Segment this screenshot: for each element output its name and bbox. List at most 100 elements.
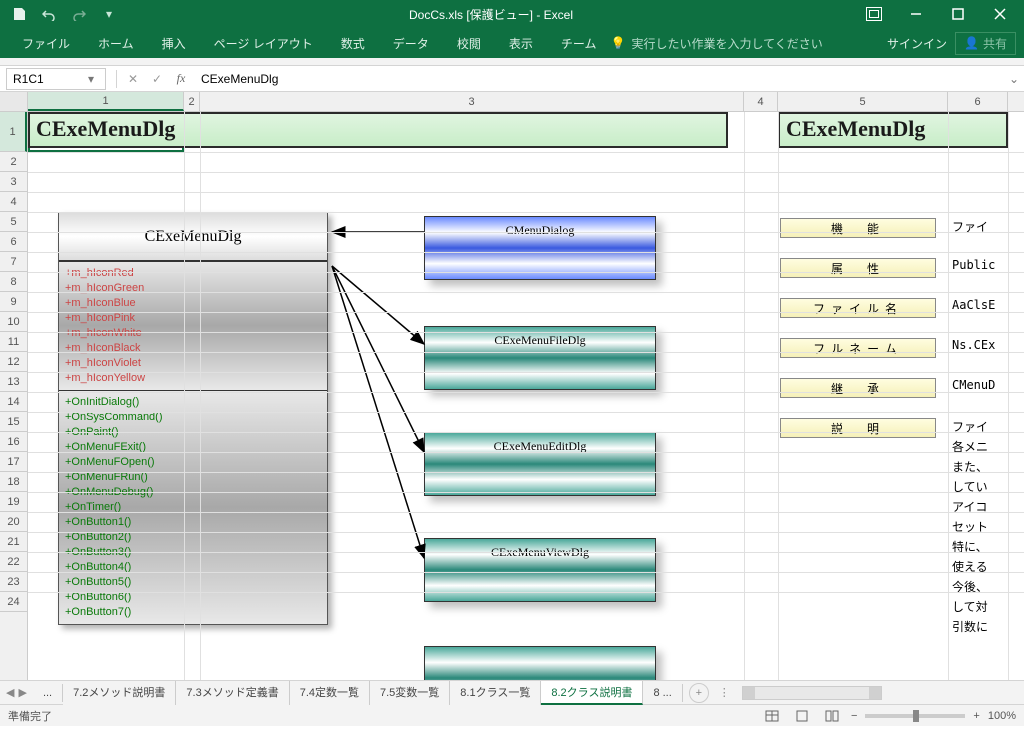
enter-icon[interactable]: ✓: [145, 68, 169, 90]
row-header[interactable]: 16: [0, 432, 27, 452]
formula-input[interactable]: CExeMenuDlg: [193, 72, 1004, 86]
minimize-icon[interactable]: [896, 2, 936, 26]
row-header[interactable]: 24: [0, 592, 27, 612]
property-label: 属 性: [780, 258, 936, 278]
page-title-banner-left: CExeMenuDlg: [28, 112, 728, 148]
row-header[interactable]: 8: [0, 272, 27, 292]
property-label: 継 承: [780, 378, 936, 398]
row-header[interactable]: 6: [0, 232, 27, 252]
row-header[interactable]: 4: [0, 192, 27, 212]
row-header[interactable]: 3: [0, 172, 27, 192]
expand-formula-icon[interactable]: ⌄: [1004, 72, 1024, 86]
share-button[interactable]: 👤 共有: [955, 32, 1016, 55]
save-icon[interactable]: [6, 3, 32, 25]
add-sheet-icon[interactable]: +: [689, 683, 709, 703]
zoom-in-icon[interactable]: +: [973, 710, 979, 722]
row-header[interactable]: 18: [0, 472, 27, 492]
row-header[interactable]: 10: [0, 312, 27, 332]
row-header[interactable]: 15: [0, 412, 27, 432]
cells-area[interactable]: CExeMenuDlg CExeMenuDlg CExeMenuDlg +m_h…: [28, 112, 1024, 680]
uml-method: +OnButton7(): [65, 605, 321, 620]
row-header[interactable]: 13: [0, 372, 27, 392]
row-header[interactable]: 5: [0, 212, 27, 232]
uml-methods-section: +OnInitDialog()+OnSysCommand()+OnPaint()…: [59, 390, 327, 624]
sheet-nav: ◀ ▶: [0, 686, 33, 699]
uml-field: +m_hIconPink: [65, 311, 321, 326]
sheet-tab[interactable]: 7.3メソッド定義書: [176, 681, 289, 705]
sheet-tab[interactable]: 8.1クラス一覧: [450, 681, 541, 705]
row-header[interactable]: 20: [0, 512, 27, 532]
tab-team[interactable]: チーム: [547, 29, 611, 58]
column-header[interactable]: 3: [200, 92, 744, 111]
tab-review[interactable]: 校閲: [443, 29, 495, 58]
view-page-break-icon[interactable]: [821, 707, 843, 725]
undo-icon[interactable]: [36, 3, 62, 25]
row-header[interactable]: 19: [0, 492, 27, 512]
maximize-icon[interactable]: [938, 2, 978, 26]
zoom-slider[interactable]: [865, 714, 965, 718]
ribbon-options-icon[interactable]: [854, 2, 894, 26]
uml-class-box: CExeMenuDlg +m_hIconRed+m_hIconGreen+m_h…: [58, 212, 328, 625]
sheet-tab[interactable]: 8.2クラス説明書: [541, 681, 643, 705]
ribbon-divider: [0, 58, 1024, 66]
sheet-tab[interactable]: 7.4定数一覧: [290, 681, 370, 705]
tab-data[interactable]: データ: [379, 29, 443, 58]
tell-me-search[interactable]: 💡 実行したい作業を入力してください: [610, 35, 822, 52]
status-bar: 準備完了 − + 100%: [0, 704, 1024, 726]
column-header[interactable]: 4: [744, 92, 778, 111]
uml-method: +OnButton5(): [65, 575, 321, 590]
row-header[interactable]: 9: [0, 292, 27, 312]
diagram-box: [424, 646, 656, 680]
sheet-nav-next-icon[interactable]: ▶: [18, 686, 26, 699]
column-header[interactable]: 5: [778, 92, 948, 111]
view-page-layout-icon[interactable]: [791, 707, 813, 725]
tab-formulas[interactable]: 数式: [327, 29, 379, 58]
row-header[interactable]: 21: [0, 532, 27, 552]
column-header[interactable]: 6: [948, 92, 1008, 111]
row-header[interactable]: 14: [0, 392, 27, 412]
tab-view[interactable]: 表示: [495, 29, 547, 58]
qat-customize-icon[interactable]: ▾: [96, 3, 122, 25]
zoom-level[interactable]: 100%: [988, 710, 1016, 722]
column-header[interactable]: 1: [28, 92, 184, 111]
row-header[interactable]: 12: [0, 352, 27, 372]
sheet-tab-prefix[interactable]: ...: [33, 684, 63, 702]
fx-icon[interactable]: fx: [169, 68, 193, 90]
zoom-out-icon[interactable]: −: [851, 710, 857, 722]
uml-field: +m_hIconWhite: [65, 326, 321, 341]
select-all-corner[interactable]: [0, 92, 28, 111]
row-header[interactable]: 11: [0, 332, 27, 352]
lightbulb-icon: 💡: [610, 36, 625, 50]
redo-icon[interactable]: [66, 3, 92, 25]
uml-field: +m_hIconBlack: [65, 341, 321, 356]
chevron-down-icon[interactable]: ▾: [83, 72, 99, 86]
column-header[interactable]: 2: [184, 92, 200, 111]
row-header[interactable]: 2: [0, 152, 27, 172]
tab-file[interactable]: ファイル: [8, 29, 84, 58]
row-header[interactable]: 22: [0, 552, 27, 572]
sheet-tab-suffix[interactable]: 8 ...: [643, 684, 682, 702]
ribbon: ファイル ホーム 挿入 ページ レイアウト 数式 データ 校閲 表示 チーム 💡…: [0, 28, 1024, 58]
tab-insert[interactable]: 挿入: [148, 29, 200, 58]
row-header[interactable]: 17: [0, 452, 27, 472]
window-controls: [854, 2, 1024, 26]
cell-value: AaClsE: [952, 298, 995, 312]
row-header[interactable]: 23: [0, 572, 27, 592]
tab-page-layout[interactable]: ページ レイアウト: [200, 29, 327, 58]
sheet-tab[interactable]: 7.2メソッド説明書: [63, 681, 176, 705]
row-header[interactable]: 1: [0, 112, 27, 152]
sheet-nav-prev-icon[interactable]: ◀: [6, 686, 14, 699]
cancel-icon[interactable]: ✕: [121, 68, 145, 90]
sheet-tab[interactable]: 7.5変数一覧: [370, 681, 450, 705]
formula-bar: R1C1 ▾ ✕ ✓ fx CExeMenuDlg ⌄: [0, 66, 1024, 92]
grid: 123456 123456789101112131415161718192021…: [0, 92, 1024, 680]
view-normal-icon[interactable]: [761, 707, 783, 725]
horizontal-scrollbar[interactable]: [742, 686, 882, 700]
name-box[interactable]: R1C1 ▾: [6, 68, 106, 90]
tab-home[interactable]: ホーム: [84, 29, 148, 58]
sheet-more-icon[interactable]: ⋮: [715, 686, 734, 699]
close-icon[interactable]: [980, 2, 1020, 26]
row-header[interactable]: 7: [0, 252, 27, 272]
property-label: ファイル名: [780, 298, 936, 318]
signin-link[interactable]: サインイン: [887, 35, 947, 52]
